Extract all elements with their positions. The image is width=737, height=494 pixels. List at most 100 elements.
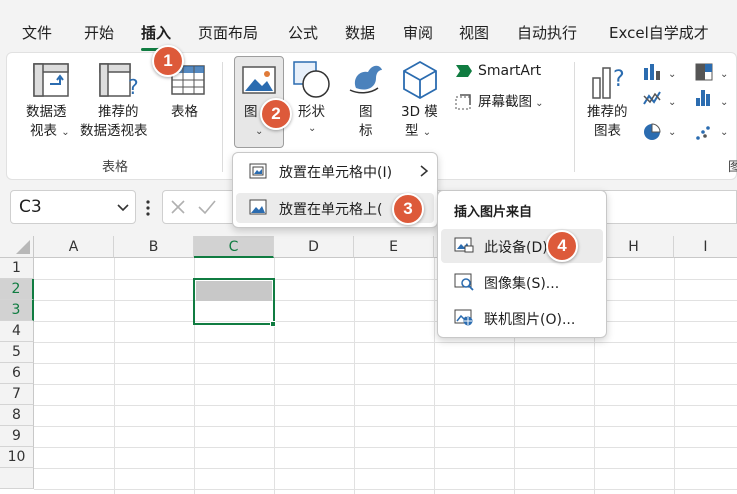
smartart-label: SmartArt (478, 63, 542, 79)
smartart-icon (456, 65, 472, 77)
chevron-down-icon: ⌄ (422, 127, 432, 138)
select-all-corner[interactable] (0, 236, 34, 258)
screenshot-icon (455, 94, 471, 110)
gridline (34, 468, 737, 469)
svg-text:?: ? (613, 67, 625, 92)
stock-images-icon (454, 273, 474, 291)
table-label: 表格 (171, 104, 198, 120)
svg-text:?: ? (128, 75, 139, 99)
chart-types-column-1[interactable]: ⌄ ⌄ ⌄ (642, 62, 682, 148)
column-header-d[interactable]: D (274, 236, 354, 258)
icons-bird-icon (349, 65, 382, 94)
svg-text:⌄: ⌄ (668, 69, 676, 80)
tab-page-layout[interactable]: 页面布局 (198, 22, 258, 43)
cube-icon (403, 60, 437, 100)
recommended-charts-label: 推荐的 (587, 104, 628, 120)
menu-bar: 文件 开始 插入 页面布局 公式 数据 审阅 视图 自动执行 Excel自学成才 (0, 0, 737, 51)
place-over-cells-item[interactable]: 放置在单元格上( (279, 199, 382, 219)
row-header-9[interactable]: 9 (0, 426, 34, 447)
tab-view[interactable]: 视图 (459, 22, 489, 43)
gridline (34, 405, 737, 406)
column-header-i[interactable]: I (674, 236, 737, 258)
svg-text:⌄: ⌄ (668, 127, 676, 138)
tab-data[interactable]: 数据 (345, 22, 375, 43)
submenu-title: 插入图片来自 (454, 205, 533, 220)
row-header-3[interactable]: 3 (0, 300, 34, 321)
column-header-c[interactable]: C (194, 236, 274, 258)
hierarchy-chart-icon (695, 63, 713, 81)
tab-file[interactable]: 文件 (22, 22, 52, 43)
chevron-right-icon (420, 165, 429, 177)
row-header-1[interactable]: 1 (0, 258, 34, 279)
chevron-down-icon[interactable] (117, 203, 129, 213)
name-box-value: C3 (19, 197, 42, 217)
group-tables-label: 表格 (102, 160, 129, 175)
row-header-2[interactable]: 2 (0, 279, 34, 300)
svg-text:⌄: ⌄ (668, 97, 676, 108)
column-chart-icon (644, 64, 660, 80)
online-pictures-icon (454, 309, 473, 326)
pivot-table-label: 数据透 (26, 104, 67, 120)
step-badge-1: 1 (152, 45, 184, 77)
column-header-e[interactable]: E (354, 236, 434, 258)
row-header-6[interactable]: 6 (0, 363, 34, 384)
this-device-icon (454, 237, 474, 253)
gridline (114, 258, 115, 494)
icons-label-2: 标 (359, 123, 373, 139)
tab-insert[interactable]: 插入 (141, 22, 172, 51)
gridline (674, 258, 675, 494)
chevron-down-icon: ⌄ (255, 126, 264, 137)
svg-text:⌄: ⌄ (720, 69, 728, 80)
statistic-chart-icon (696, 90, 710, 106)
gridline (34, 279, 737, 280)
pie-chart-icon (644, 123, 661, 140)
tab-formulas[interactable]: 公式 (288, 22, 318, 43)
confirm-icon[interactable] (197, 198, 217, 216)
pivot-table-label-2: 视表 ⌄ (30, 123, 70, 139)
gridline (34, 384, 737, 385)
row-header-7[interactable]: 7 (0, 384, 34, 405)
gridline (34, 321, 737, 322)
gridline (34, 489, 737, 490)
3d-models-label-2: 型 ⌄ (405, 123, 432, 139)
tab-automate[interactable]: 自动执行 (517, 22, 577, 43)
column-header-b[interactable]: B (114, 236, 194, 258)
worksheet-grid[interactable] (0, 236, 737, 494)
step-badge-4: 4 (546, 230, 578, 262)
row-header-11[interactable] (0, 468, 34, 489)
gridline (354, 258, 355, 494)
chevron-down-icon: ⌄ (532, 98, 544, 109)
more-options-icon[interactable] (144, 198, 152, 218)
tab-excel-learning[interactable]: Excel自学成才 (609, 22, 709, 43)
chevron-down-icon: ⌄ (61, 127, 70, 138)
row-header-4[interactable]: 4 (0, 321, 34, 342)
gridline (434, 258, 435, 494)
column-header-a[interactable]: A (34, 236, 114, 258)
this-device-item[interactable]: 此设备(D) (484, 237, 548, 257)
recommended-charts-label-2: 图表 (594, 123, 621, 139)
stock-images-item[interactable]: 图像集(S)... (484, 273, 559, 293)
shapes-icon (293, 61, 330, 98)
tab-home[interactable]: 开始 (84, 22, 114, 43)
gridline (34, 447, 737, 448)
group-charts-label: 图 (728, 160, 737, 175)
row-header-8[interactable]: 8 (0, 405, 34, 426)
tab-review[interactable]: 审阅 (403, 22, 433, 43)
chart-types-column-2[interactable]: ⌄ ⌄ ⌄ (694, 62, 737, 148)
row-header-10[interactable]: 10 (0, 447, 34, 468)
ribbon-separator (222, 62, 223, 172)
fill-handle[interactable] (270, 321, 276, 327)
place-in-cell-item[interactable]: 放置在单元格中(I) (279, 162, 392, 182)
gridline (34, 426, 737, 427)
row-header-5[interactable]: 5 (0, 342, 34, 363)
name-box[interactable]: C3 (10, 190, 136, 224)
svg-text:⌄: ⌄ (720, 97, 728, 108)
screenshot-label: 屏幕截图 ⌄ (478, 94, 544, 110)
svg-text:⌄: ⌄ (720, 127, 728, 138)
pictures-label: 图 (244, 104, 258, 120)
online-pictures-item[interactable]: 联机图片(O)... (484, 309, 575, 329)
gridline (34, 342, 737, 343)
recommended-pivot-icon: ? (99, 63, 139, 99)
cancel-icon[interactable] (169, 198, 187, 216)
gridline (34, 300, 737, 301)
